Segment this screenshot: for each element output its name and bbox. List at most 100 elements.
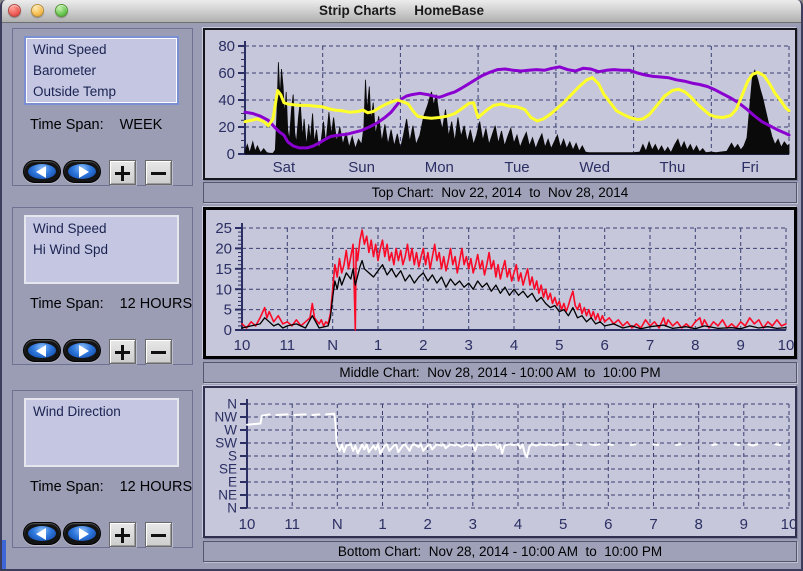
app-name: Strip Charts	[319, 3, 396, 18]
top-chart-series-list[interactable]: Wind Speed Barometer Outside Temp	[24, 36, 179, 105]
list-item[interactable]: Hi Wind Spd	[33, 239, 177, 260]
left-triangle-icon	[36, 166, 46, 178]
app-window: Strip ChartsHomeBase Wind Speed Baromete…	[0, 0, 803, 571]
svg-text:1: 1	[378, 516, 386, 533]
time-span-value: 12 HOURS	[120, 296, 193, 312]
svg-text:S: S	[228, 449, 237, 464]
time-span-label: Time Span:	[30, 117, 104, 133]
svg-text:11: 11	[280, 337, 296, 354]
svg-text:N: N	[227, 501, 237, 516]
svg-text:W: W	[224, 423, 237, 438]
svg-text:8: 8	[691, 337, 699, 354]
left-triangle-icon	[36, 345, 46, 357]
svg-text:4: 4	[514, 516, 522, 533]
scroll-back-button[interactable]	[23, 522, 61, 545]
scroll-back-button[interactable]	[23, 160, 61, 183]
svg-text:Wed: Wed	[579, 159, 610, 176]
svg-text:Mon: Mon	[425, 159, 454, 176]
svg-text:80: 80	[218, 38, 235, 55]
right-triangle-icon	[79, 166, 89, 178]
middle-chart-buttons	[13, 339, 192, 365]
list-item[interactable]: Outside Temp	[33, 81, 177, 102]
bottom-chart-series-list[interactable]: Wind Direction	[24, 398, 179, 467]
top-chart-plot: 020406080SatSunMonTueWedThuFri	[205, 30, 795, 178]
right-triangle-icon	[79, 528, 89, 540]
middle-chart-plot: 05101520251011N12345678910	[206, 210, 794, 356]
bottom-chart-buttons	[13, 522, 192, 548]
svg-text:1: 1	[374, 337, 382, 354]
time-span-row: Time Span: WEEK	[30, 117, 162, 133]
left-triangle-icon	[36, 528, 46, 540]
bottom-chart[interactable]: NNEESESSWWNWN1011N12345678910	[203, 386, 797, 538]
minus-icon	[146, 523, 171, 546]
bottom-chart-control-panel: Wind Direction Time Span: 12 HOURS	[12, 390, 193, 548]
top-chart[interactable]: 020406080SatSunMonTueWedThuFri	[203, 28, 797, 180]
zoom-in-button[interactable]	[109, 339, 136, 364]
scroll-forward-button[interactable]	[63, 522, 101, 545]
middle-chart[interactable]: 05101520251011N12345678910	[203, 207, 797, 359]
time-span-label: Time Span:	[30, 479, 104, 495]
svg-text:NE: NE	[218, 488, 237, 503]
svg-text:0: 0	[224, 322, 232, 339]
svg-text:SE: SE	[219, 462, 237, 477]
minus-icon	[146, 161, 171, 184]
time-span-row: Time Span: 12 HOURS	[30, 296, 192, 312]
top-chart-caption: Top Chart: Nov 22, 2014 to Nov 28, 2014	[203, 182, 797, 203]
svg-text:3: 3	[465, 337, 473, 354]
svg-text:10: 10	[781, 516, 795, 533]
svg-text:4: 4	[510, 337, 518, 354]
svg-text:60: 60	[218, 65, 235, 82]
svg-text:10: 10	[239, 516, 256, 533]
svg-text:Fri: Fri	[741, 159, 759, 176]
svg-text:Sat: Sat	[273, 159, 296, 176]
list-item[interactable]: Wind Speed	[33, 39, 177, 60]
zoom-out-button[interactable]	[145, 339, 172, 364]
svg-text:10: 10	[215, 281, 232, 298]
zoom-out-button[interactable]	[145, 160, 172, 185]
svg-text:E: E	[228, 475, 237, 490]
zoom-in-button[interactable]	[109, 522, 136, 547]
svg-text:6: 6	[601, 337, 609, 354]
svg-text:40: 40	[218, 92, 235, 109]
svg-text:9: 9	[737, 337, 745, 354]
svg-text:Sun: Sun	[348, 159, 375, 176]
svg-text:7: 7	[649, 516, 657, 533]
list-item[interactable]: Wind Direction	[33, 401, 177, 422]
svg-text:20: 20	[218, 119, 235, 136]
svg-text:25: 25	[215, 220, 232, 237]
middle-chart-series-list[interactable]: Wind Speed Hi Wind Spd	[24, 215, 179, 284]
svg-text:5: 5	[224, 302, 232, 319]
scroll-forward-button[interactable]	[63, 160, 101, 183]
svg-text:NW: NW	[215, 410, 238, 425]
svg-text:7: 7	[646, 337, 654, 354]
svg-text:5: 5	[555, 337, 563, 354]
time-span-label: Time Span:	[30, 296, 104, 312]
zoom-out-button[interactable]	[145, 522, 172, 547]
zoom-in-button[interactable]	[109, 160, 136, 185]
minus-icon	[146, 340, 171, 363]
svg-text:15: 15	[215, 261, 232, 278]
top-chart-control-panel: Wind Speed Barometer Outside Temp Time S…	[12, 28, 193, 186]
plus-icon	[110, 523, 135, 546]
bottom-chart-plot: NNEESESSWWNWN1011N12345678910	[205, 388, 795, 536]
scroll-back-button[interactable]	[23, 339, 61, 362]
svg-text:11: 11	[284, 516, 300, 533]
list-item[interactable]: Barometer	[33, 60, 177, 81]
svg-text:3: 3	[469, 516, 477, 533]
svg-text:0: 0	[227, 146, 235, 163]
svg-text:N: N	[327, 337, 338, 354]
list-item[interactable]: Wind Speed	[33, 218, 177, 239]
title-bar[interactable]: Strip ChartsHomeBase	[0, 0, 803, 23]
scroll-forward-button[interactable]	[63, 339, 101, 362]
time-span-value: WEEK	[120, 117, 163, 133]
svg-text:8: 8	[695, 516, 703, 533]
window-corner-accent	[0, 540, 6, 571]
svg-text:2: 2	[424, 516, 432, 533]
window-title: Strip ChartsHomeBase	[0, 0, 803, 22]
plus-icon	[110, 161, 135, 184]
right-triangle-icon	[79, 345, 89, 357]
svg-text:SW: SW	[215, 436, 237, 451]
svg-text:10: 10	[234, 337, 251, 354]
time-span-value: 12 HOURS	[120, 479, 193, 495]
top-chart-buttons	[13, 160, 192, 186]
